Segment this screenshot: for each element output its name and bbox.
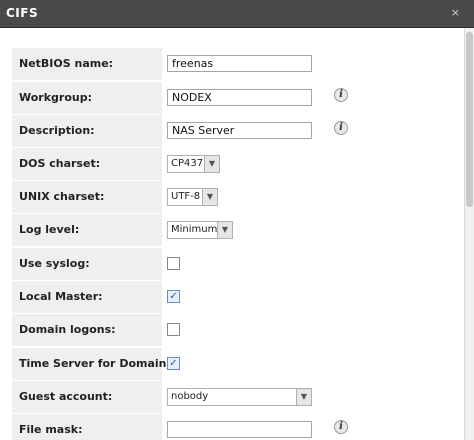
- time-server-checkbox[interactable]: ✓: [167, 357, 180, 370]
- guest-account-select[interactable]: nobody ▼: [167, 388, 312, 406]
- dos-charset-label: DOS charset:: [12, 148, 162, 180]
- time-server-label: Time Server for Domain:: [12, 348, 171, 380]
- file-mask-input[interactable]: [167, 421, 312, 438]
- info-icon[interactable]: i: [334, 88, 348, 102]
- netbios-label: NetBIOS name:: [12, 48, 162, 80]
- unix-charset-label: UNIX charset:: [12, 181, 162, 213]
- description-label: Description:: [12, 115, 162, 147]
- guest-account-label: Guest account:: [12, 381, 162, 413]
- checkmark-icon: ✓: [169, 358, 178, 369]
- local-master-checkbox[interactable]: ✓: [167, 290, 180, 303]
- description-input[interactable]: NAS Server: [167, 122, 312, 139]
- dos-charset-select[interactable]: CP437 ▼: [167, 155, 220, 173]
- domain-logons-row: Domain logons:: [12, 314, 452, 346]
- dos-charset-row: DOS charset: CP437 ▼: [12, 148, 452, 180]
- chevron-down-icon[interactable]: ▼: [296, 389, 311, 405]
- netbios-row: NetBIOS name: freenas: [12, 48, 452, 80]
- cifs-dialog: CIFS × NetBIOS name: freenas Workgroup: …: [0, 0, 474, 440]
- use-syslog-row: Use syslog:: [12, 248, 452, 280]
- domain-logons-label: Domain logons:: [12, 314, 162, 346]
- close-icon[interactable]: ×: [451, 6, 460, 19]
- file-mask-row: File mask: i: [12, 414, 452, 440]
- netbios-input[interactable]: freenas: [167, 55, 312, 72]
- workgroup-row: Workgroup: NODEX i: [12, 82, 452, 114]
- guest-account-row: Guest account: nobody ▼: [12, 381, 452, 413]
- log-level-value: Minimum: [171, 224, 218, 235]
- file-mask-label: File mask:: [12, 414, 162, 440]
- domain-logons-checkbox[interactable]: [167, 323, 180, 336]
- workgroup-label: Workgroup:: [12, 82, 162, 114]
- unix-charset-value: UTF-8: [171, 191, 201, 202]
- use-syslog-label: Use syslog:: [12, 248, 162, 280]
- checkmark-icon: ✓: [169, 291, 178, 302]
- info-icon[interactable]: i: [334, 420, 348, 434]
- dos-charset-value: CP437: [171, 158, 204, 169]
- unix-charset-row: UNIX charset: UTF-8 ▼: [12, 181, 452, 213]
- log-level-label: Log level:: [12, 214, 162, 246]
- local-master-row: Local Master: ✓: [12, 281, 452, 313]
- form-content: NetBIOS name: freenas Workgroup: NODEX i…: [0, 28, 464, 440]
- chevron-down-icon[interactable]: ▼: [204, 156, 219, 172]
- guest-account-value: nobody: [171, 391, 209, 402]
- scrollbar[interactable]: [464, 28, 474, 440]
- info-icon[interactable]: i: [334, 121, 348, 135]
- title-bar: CIFS ×: [0, 0, 474, 28]
- log-level-select[interactable]: Minimum ▼: [167, 221, 233, 239]
- local-master-label: Local Master:: [12, 281, 162, 313]
- chevron-down-icon[interactable]: ▼: [217, 222, 232, 238]
- dialog-title: CIFS: [6, 6, 39, 20]
- scrollbar-thumb[interactable]: [466, 32, 473, 207]
- use-syslog-checkbox[interactable]: [167, 257, 180, 270]
- workgroup-input[interactable]: NODEX: [167, 89, 312, 106]
- chevron-down-icon[interactable]: ▼: [202, 189, 217, 205]
- time-server-row: Time Server for Domain: ✓: [12, 348, 452, 380]
- log-level-row: Log level: Minimum ▼: [12, 214, 452, 246]
- description-row: Description: NAS Server i: [12, 115, 452, 147]
- unix-charset-select[interactable]: UTF-8 ▼: [167, 188, 218, 206]
